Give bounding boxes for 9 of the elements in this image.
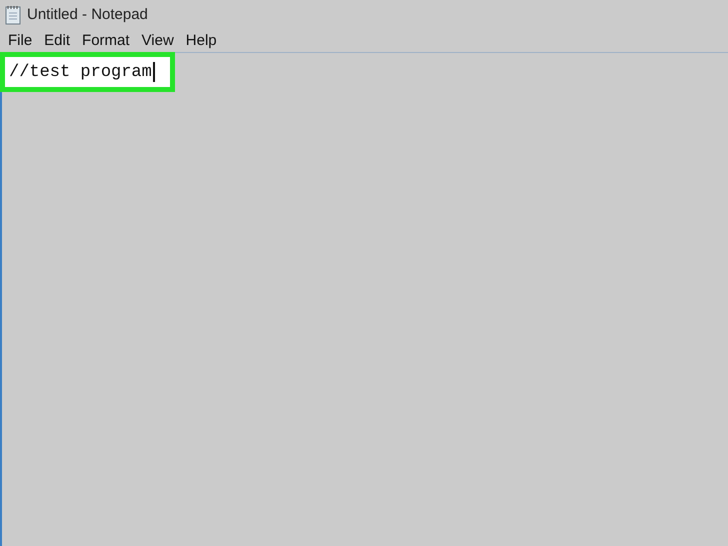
editor-text: //test program	[9, 62, 152, 82]
menu-item[interactable]: File	[2, 32, 38, 49]
menu-item[interactable]: Help	[180, 32, 223, 49]
menu-item[interactable]: Edit	[38, 32, 76, 49]
text-area[interactable]: //test program	[0, 52, 728, 546]
notepad-icon	[5, 4, 21, 24]
menu-item[interactable]: Format	[76, 32, 136, 49]
menu-item[interactable]: View	[136, 32, 180, 49]
window-title: Untitled - Notepad	[27, 6, 148, 23]
